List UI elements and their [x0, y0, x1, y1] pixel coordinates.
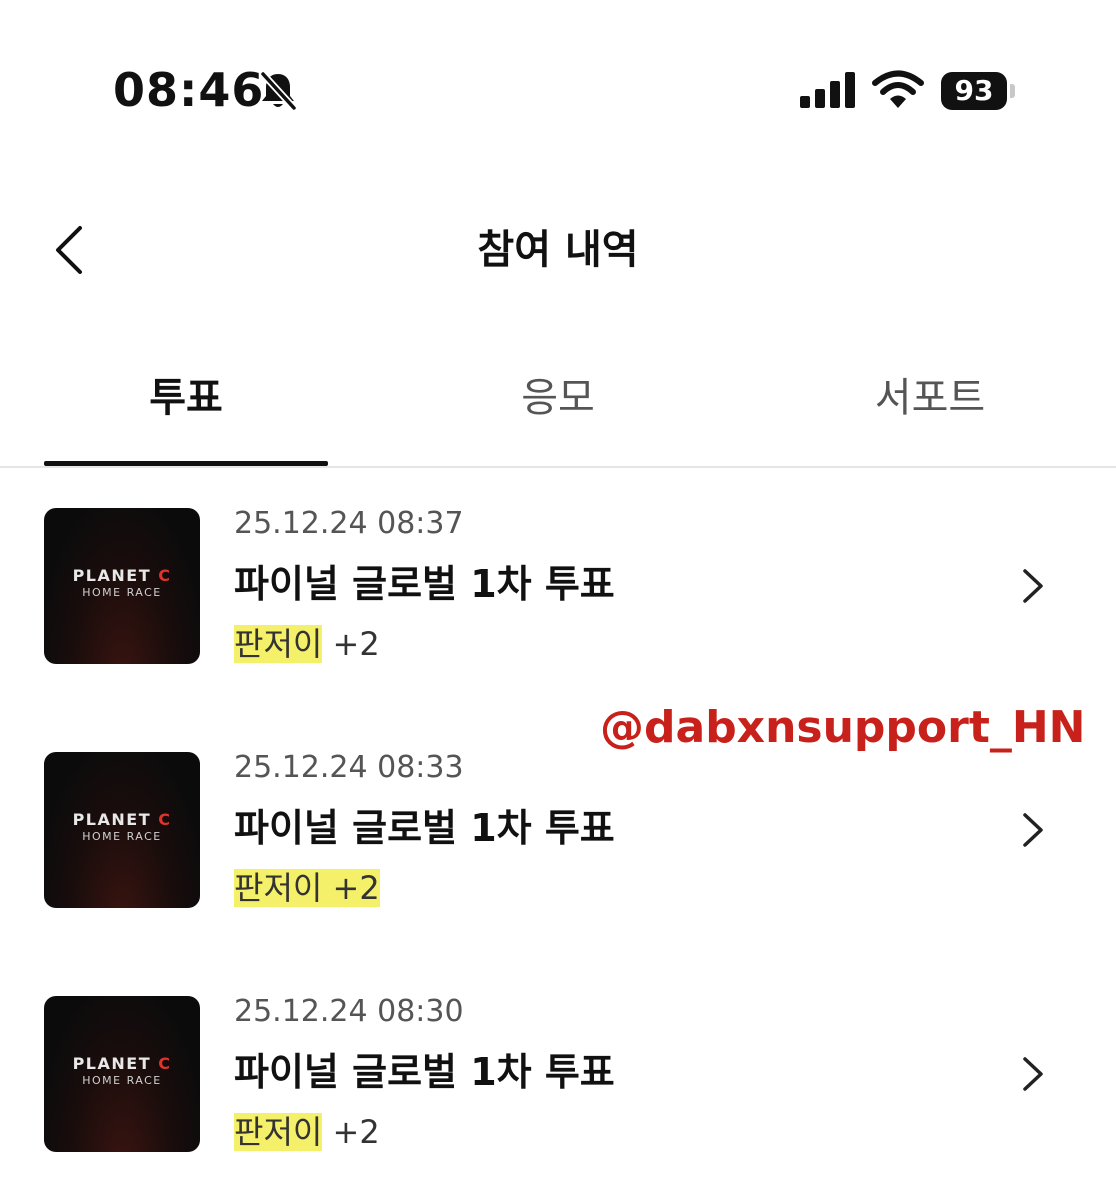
logo-c: C — [158, 566, 172, 585]
thumbnail-image: PLANET C HOME RACE — [44, 996, 200, 1152]
thumbnail-logo: PLANET C HOME RACE — [44, 810, 200, 844]
item-title: 파이널 글로벌 1차 투표 — [234, 562, 615, 606]
wifi-icon — [872, 70, 924, 108]
tabs-divider — [0, 466, 1116, 468]
item-tag: 판저이 +2 — [234, 622, 380, 666]
item-date: 25.12.24 08:30 — [234, 994, 464, 1029]
logo-main: PLANET — [72, 566, 152, 585]
logo-sub: HOME RACE — [82, 1074, 162, 1087]
chevron-right-icon — [1023, 813, 1043, 847]
battery-icon: 93 — [941, 72, 1015, 110]
logo-c: C — [158, 810, 172, 829]
list-item[interactable]: PLANET C HOME RACE 25.12.24 08:33 파이널 글로… — [0, 750, 1116, 952]
status-bar: 08:46 93 — [0, 0, 1116, 180]
item-title: 파이널 글로벌 1차 투표 — [234, 1050, 615, 1094]
tab-support[interactable]: 서포트 — [744, 370, 1116, 426]
logo-c: C — [158, 1054, 172, 1073]
logo-sub: HOME RACE — [82, 586, 162, 599]
item-tag-name-text: 판저이 — [234, 869, 323, 907]
item-date: 25.12.24 08:33 — [234, 750, 464, 785]
item-title: 파이널 글로벌 1차 투표 — [234, 806, 615, 850]
logo-sub: HOME RACE — [82, 830, 162, 843]
item-tag-name: 판저이 — [234, 625, 323, 663]
item-tag-extra: +2 — [332, 869, 380, 907]
thumbnail-logo: PLANET C HOME RACE — [44, 566, 200, 600]
list-item[interactable]: PLANET C HOME RACE 25.12.24 08:37 파이널 글로… — [0, 506, 1116, 708]
battery-level: 93 — [941, 72, 1007, 110]
logo-main: PLANET — [72, 1054, 152, 1073]
signal-icon — [800, 72, 855, 108]
tab-vote[interactable]: 투표 — [0, 370, 372, 426]
list-item[interactable]: PLANET C HOME RACE 25.12.24 08:30 파이널 글로… — [0, 994, 1116, 1196]
watermark-text: @dabxnsupport_HN — [600, 702, 1086, 753]
chevron-right-icon — [1023, 1057, 1043, 1091]
logo-main: PLANET — [72, 810, 152, 829]
page-title: 참여 내역 — [477, 227, 639, 273]
tab-bar: 투표 응모 서포트 — [0, 360, 1116, 468]
thumbnail-image: PLANET C HOME RACE — [44, 752, 200, 908]
item-tag-name: 판저이 — [234, 1113, 323, 1151]
battery-cap — [1010, 84, 1015, 98]
back-chevron-icon[interactable] — [50, 222, 90, 278]
tab-entry[interactable]: 응모 — [372, 370, 744, 426]
bell-slash-icon — [259, 70, 298, 112]
status-time: 08:46 — [113, 63, 265, 117]
item-date: 25.12.24 08:37 — [234, 506, 464, 541]
thumbnail-image: PLANET C HOME RACE — [44, 508, 200, 664]
item-tag: 판저이 +2 — [234, 866, 380, 910]
item-tag: 판저이 +2 — [234, 1110, 380, 1154]
thumbnail-logo: PLANET C HOME RACE — [44, 1054, 200, 1088]
item-tag-extra: +2 — [332, 625, 380, 663]
item-tag-extra: +2 — [332, 1113, 380, 1151]
chevron-right-icon — [1023, 569, 1043, 603]
item-tag-name: 판저이 +2 — [234, 869, 380, 907]
